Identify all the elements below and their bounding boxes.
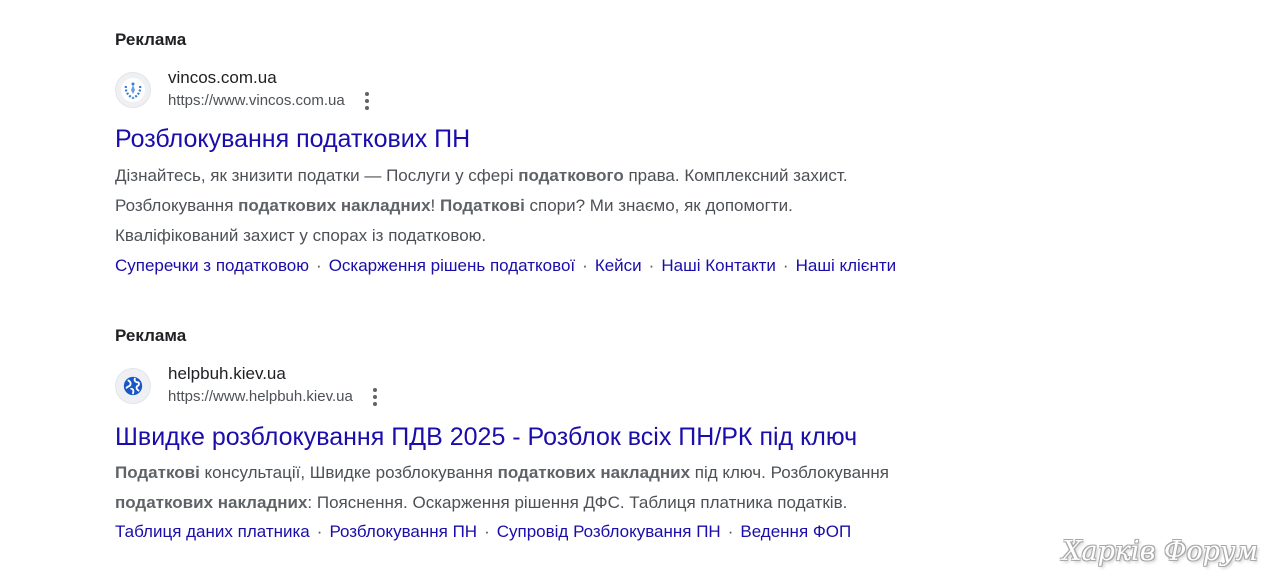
description-line: Дізнайтесь, як знизити податки — Послуги… [115, 161, 995, 191]
site-url[interactable]: https://www.vincos.com.ua [168, 91, 345, 111]
sitelink-separator: · [727, 522, 734, 541]
more-options-icon[interactable] [363, 385, 387, 409]
highlighted-keyword: Податкові [115, 463, 200, 482]
description-text: Дізнайтесь, як знизити податки — Послуги… [115, 166, 519, 185]
sitelink-separator: · [316, 522, 323, 541]
sitelink[interactable]: Наші клієнти [796, 256, 897, 275]
sitelink-separator: · [484, 522, 490, 541]
ad-source[interactable]: helpbuh.kiev.ua https://www.helpbuh.kiev… [115, 363, 387, 409]
watermark: Харків Форум [1062, 536, 1258, 567]
ad-sitelinks: Суперечки з податковою · Оскарження рішень… [115, 255, 896, 277]
sitelink[interactable]: Оскарження рішень податкової [329, 256, 575, 275]
ad-title-link[interactable]: Розблокування податкових ПН [115, 124, 470, 154]
highlighted-keyword: податкових накладних [115, 493, 308, 512]
ad-source[interactable]: vincos.com.ua https://www.vincos.com.ua [115, 67, 379, 113]
highlighted-keyword: податкових накладних [497, 463, 691, 482]
description-text: консультації, Швидке розблокування [199, 463, 498, 482]
sponsored-label: Реклама [115, 326, 187, 345]
sitelink-separator: · [582, 256, 588, 275]
ad-sitelinks: Таблиця даних платника · Розблокування ПН ·… [115, 521, 851, 543]
site-url[interactable]: https://www.helpbuh.kiev.ua [168, 387, 353, 407]
description-line: Податкові консультації, Швидке розблокув… [115, 458, 995, 488]
description-text: права. Комплексний захист. [623, 166, 848, 185]
description-text: Розблокування [115, 196, 239, 215]
description-line: Розблокування податкових накладних! Пода… [115, 191, 995, 221]
highlighted-keyword: Податкові [440, 196, 525, 215]
ad-description: Податкові консультації, Швидке розблокув… [115, 458, 995, 518]
sitelink[interactable]: Наші Контакти [661, 256, 776, 275]
sitelink[interactable]: Ведення ФОП [740, 522, 851, 541]
description-line: Кваліфікований захист у спорах із податк… [115, 221, 995, 251]
sitelink[interactable]: Кейси [595, 256, 642, 275]
laurel-wreath-logo-icon [115, 72, 151, 108]
more-options-icon[interactable] [355, 89, 379, 113]
sitelink-separator: · [648, 256, 655, 275]
description-line: податкових накладних: Пояснення. Оскарже… [115, 488, 995, 518]
highlighted-keyword: податкових накладних [238, 196, 431, 215]
sitelink[interactable]: Суперечки з податковою [115, 256, 309, 275]
sitelink[interactable]: Розблокування ПН [329, 522, 477, 541]
description-text: ! [430, 196, 440, 215]
sponsored-label: Реклама [115, 30, 187, 49]
description-text: спори? Ми знаємо, як допомогти. [524, 196, 793, 215]
sitelink-separator: · [316, 256, 322, 275]
description-text: під ключ. Розблокування [690, 463, 890, 482]
description-text: Кваліфікований захист у спорах із податк… [115, 226, 487, 245]
ad-title-link[interactable]: Швидке розблокування ПДВ 2025 - Розблок … [115, 422, 857, 452]
sitelink-separator: · [782, 256, 789, 275]
site-name[interactable]: vincos.com.ua [168, 67, 379, 89]
ad-description: Дізнайтесь, як знизити податки — Послуги… [115, 161, 995, 251]
description-text: : Пояснення. Оскарження рішення ДФС. Таб… [307, 493, 848, 512]
highlighted-keyword: податкового [518, 166, 624, 185]
sitelink[interactable]: Супровід Розблокування ПН [497, 522, 721, 541]
globe-icon [115, 368, 151, 404]
sitelink[interactable]: Таблиця даних платника [115, 522, 310, 541]
site-name[interactable]: helpbuh.kiev.ua [168, 363, 387, 385]
